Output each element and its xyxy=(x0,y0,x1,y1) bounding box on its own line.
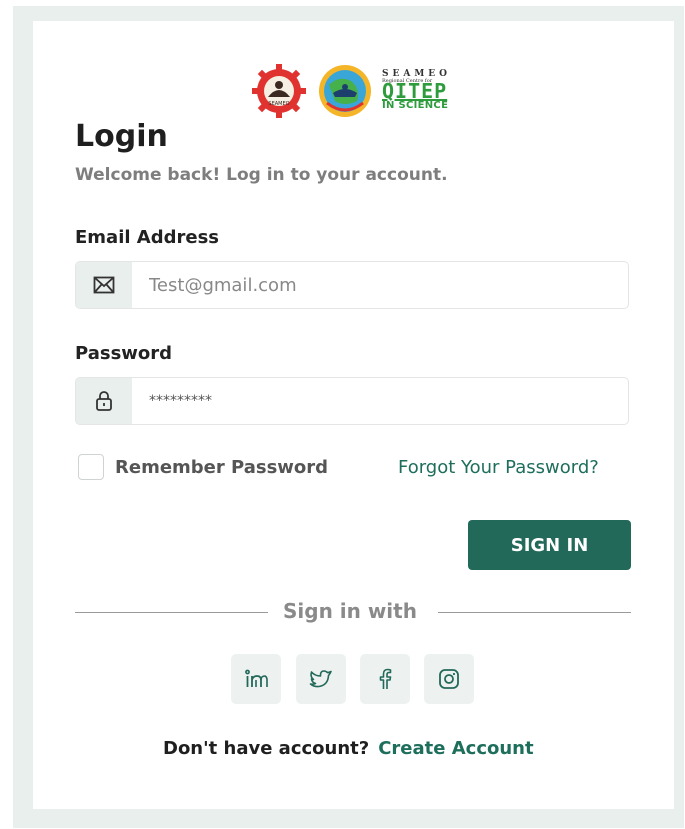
twitter-icon xyxy=(309,670,332,688)
password-addon xyxy=(76,378,132,424)
signup-prompt: Don't have account? Create Account xyxy=(163,738,534,759)
password-input[interactable] xyxy=(132,378,628,424)
remember-row: Remember Password xyxy=(78,454,328,480)
twitter-button[interactable] xyxy=(296,654,346,704)
linkedin-icon xyxy=(245,669,268,687)
page-title: Login xyxy=(75,119,168,154)
divider-text: Sign in with xyxy=(283,599,417,623)
svg-text:SEAMEO: SEAMEO xyxy=(268,101,289,107)
email-label: Email Address xyxy=(75,227,220,248)
email-input[interactable] xyxy=(132,262,628,308)
lock-icon xyxy=(96,391,112,411)
password-label: Password xyxy=(75,343,173,364)
page-subtitle: Welcome back! Log in to your account. xyxy=(75,165,448,185)
email-field-group xyxy=(75,261,629,309)
qitep-globe-logo xyxy=(319,65,371,117)
remember-label[interactable]: Remember Password xyxy=(115,457,328,478)
facebook-icon xyxy=(379,668,392,689)
password-field-group xyxy=(75,377,629,425)
forgot-password-link[interactable]: Forgot Your Password? xyxy=(398,457,599,478)
instagram-button[interactable] xyxy=(424,654,474,704)
qitep-wordmark: SEAMEO Regional Centre for QITEP IN SCIE… xyxy=(382,69,460,113)
instagram-icon xyxy=(439,669,459,689)
email-addon xyxy=(76,262,132,308)
sign-in-button[interactable]: SIGN IN xyxy=(468,520,631,570)
remember-checkbox[interactable] xyxy=(78,454,104,480)
facebook-button[interactable] xyxy=(360,654,410,704)
brand-sub-text: IN SCIENCE xyxy=(382,100,449,111)
create-account-link[interactable]: Create Account xyxy=(378,738,533,759)
divider-line-right xyxy=(438,612,631,613)
linkedin-button[interactable] xyxy=(231,654,281,704)
seameo-seal-logo: SEAMEO xyxy=(252,64,306,118)
envelope-icon xyxy=(93,276,115,294)
brand-name: QITEP xyxy=(382,79,448,103)
signup-prompt-text: Don't have account? xyxy=(163,738,370,759)
divider-line-left xyxy=(75,612,268,613)
